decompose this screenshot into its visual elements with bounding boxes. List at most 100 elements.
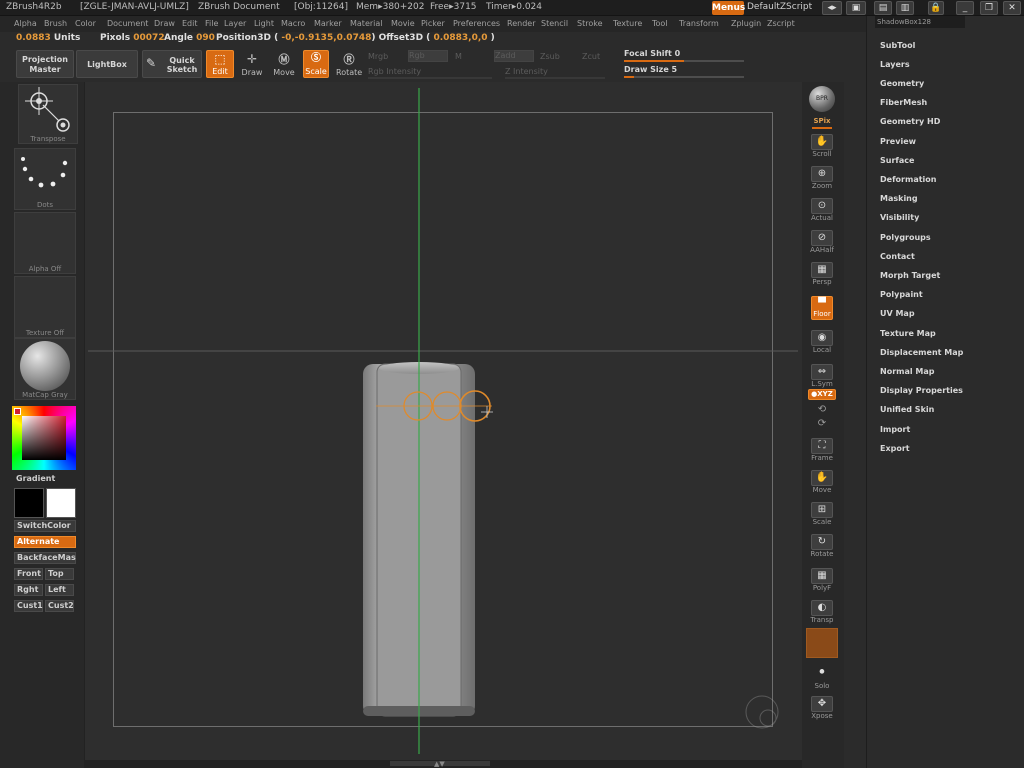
- zadd-button[interactable]: Zadd: [494, 50, 534, 62]
- custom-view-2-button[interactable]: Cust2: [45, 600, 74, 612]
- tray-item-deformation[interactable]: Deformation: [880, 175, 936, 184]
- custom-view-1-button[interactable]: Cust1: [14, 600, 43, 612]
- move-icon[interactable]: Ⓜ: [272, 51, 296, 67]
- menu-item-movie[interactable]: Movie: [391, 19, 415, 28]
- bpr-button[interactable]: BPR: [807, 86, 837, 112]
- tray-item-subtool[interactable]: SubTool: [880, 41, 915, 50]
- rgb-button[interactable]: Rgb: [408, 50, 448, 62]
- draw-icon[interactable]: ✛: [240, 52, 264, 66]
- menu-item-zscript[interactable]: Zscript: [767, 19, 795, 28]
- alternate-button[interactable]: Alternate: [14, 536, 76, 548]
- zcut-button[interactable]: Zcut: [582, 52, 600, 61]
- menu-item-alpha[interactable]: Alpha: [14, 19, 37, 28]
- menu-item-document[interactable]: Document: [107, 19, 148, 28]
- mrgb-button[interactable]: Mrgb: [368, 52, 388, 61]
- layout-alt-icon[interactable]: ▥: [896, 1, 914, 15]
- menu-item-transform[interactable]: Transform: [679, 19, 719, 28]
- rotate-z-icon[interactable]: ⟳: [807, 418, 837, 429]
- tray-item-fibermesh[interactable]: FiberMesh: [880, 98, 927, 107]
- menu-item-brush[interactable]: Brush: [44, 19, 67, 28]
- floor-button[interactable]: ▀ Floor: [807, 296, 837, 328]
- tray-item-uv-map[interactable]: UV Map: [880, 309, 915, 318]
- menu-item-color[interactable]: Color: [75, 19, 96, 28]
- save-ui-icon[interactable]: ▣: [846, 1, 866, 15]
- tray-item-geometry-hd[interactable]: Geometry HD: [880, 117, 940, 126]
- tray-item-layers[interactable]: Layers: [880, 60, 910, 69]
- tray-item-displacement-map[interactable]: Displacement Map: [880, 348, 963, 357]
- xyz-button[interactable]: ●XYZ: [807, 389, 837, 400]
- draw-size-slider[interactable]: [624, 76, 744, 78]
- secondary-color-swatch[interactable]: [46, 488, 76, 518]
- saturation-square[interactable]: [22, 416, 66, 460]
- tray-item-masking[interactable]: Masking: [880, 194, 918, 203]
- xpose-button[interactable]: ✥ Xpose: [807, 696, 837, 720]
- transpose-brush-thumb[interactable]: Transpose: [18, 84, 78, 144]
- polyf-button[interactable]: ▦ PolyF: [807, 568, 837, 592]
- tray-item-contact[interactable]: Contact: [880, 252, 915, 261]
- menu-item-zplugin[interactable]: Zplugin: [731, 19, 761, 28]
- scroll-button[interactable]: ✋ Scroll: [807, 134, 837, 158]
- menu-item-marker[interactable]: Marker: [314, 19, 342, 28]
- tray-item-morph-target[interactable]: Morph Target: [880, 271, 940, 280]
- expand-arrow-icon[interactable]: ▲▼: [434, 760, 445, 768]
- lightbox-button[interactable]: LightBox: [76, 50, 138, 78]
- m-button[interactable]: M: [455, 52, 462, 61]
- edit-mode-button[interactable]: ⬚ Edit: [206, 50, 234, 78]
- menu-item-light[interactable]: Light: [254, 19, 274, 28]
- lock-icon[interactable]: 🔒: [928, 1, 944, 15]
- tray-item-polypaint[interactable]: Polypaint: [880, 290, 923, 299]
- arrows-icon[interactable]: ◂▸: [822, 1, 842, 15]
- dots-stroke-thumb[interactable]: Dots: [14, 148, 76, 210]
- move-view-button[interactable]: ✋ Move: [807, 470, 837, 494]
- left-view-button[interactable]: Left: [45, 584, 74, 596]
- switch-color-button[interactable]: SwitchColor: [14, 520, 76, 532]
- menu-item-macro[interactable]: Macro: [281, 19, 305, 28]
- right-view-button[interactable]: Rght: [14, 584, 43, 596]
- rgb-intensity-slider[interactable]: [368, 77, 492, 79]
- tray-item-display-properties[interactable]: Display Properties: [880, 386, 963, 395]
- top-view-button[interactable]: Top: [45, 568, 74, 580]
- spix-control[interactable]: SPix: [807, 117, 837, 125]
- tray-item-geometry[interactable]: Geometry: [880, 79, 924, 88]
- tray-item-surface[interactable]: Surface: [880, 156, 914, 165]
- menu-item-render[interactable]: Render: [507, 19, 535, 28]
- menu-item-picker[interactable]: Picker: [421, 19, 445, 28]
- front-view-button[interactable]: Front: [14, 568, 43, 580]
- texture-thumb[interactable]: Texture Off: [14, 276, 76, 338]
- color-picker[interactable]: [12, 406, 76, 470]
- menu-item-stroke[interactable]: Stroke: [577, 19, 603, 28]
- rotate-y-icon[interactable]: ⟲: [807, 404, 837, 415]
- local-button[interactable]: ◉ Local: [807, 330, 837, 354]
- alpha-thumb[interactable]: Alpha Off: [14, 212, 76, 274]
- main-color-swatch[interactable]: [14, 488, 44, 518]
- menu-item-file[interactable]: File: [205, 19, 218, 28]
- tray-item-texture-map[interactable]: Texture Map: [880, 329, 936, 338]
- backface-mask-button[interactable]: BackfaceMas: [14, 552, 76, 564]
- close-icon[interactable]: ✕: [1003, 1, 1021, 15]
- menu-item-draw[interactable]: Draw: [154, 19, 175, 28]
- z-intensity-slider[interactable]: [505, 77, 605, 79]
- material-thumb[interactable]: MatCap Gray: [14, 338, 76, 400]
- actual-button[interactable]: ⊙ Actual: [807, 198, 837, 222]
- menu-item-material[interactable]: Material: [350, 19, 383, 28]
- viewport-scene[interactable]: [84, 82, 802, 760]
- tray-item-unified-skin[interactable]: Unified Skin: [880, 405, 934, 414]
- menu-item-texture[interactable]: Texture: [613, 19, 642, 28]
- tray-item-export[interactable]: Export: [880, 444, 910, 453]
- ghost-button[interactable]: [806, 628, 838, 658]
- layout-icon[interactable]: ▤: [874, 1, 892, 15]
- menu-item-stencil[interactable]: Stencil: [541, 19, 568, 28]
- scale-view-button[interactable]: ⊞ Scale: [807, 502, 837, 526]
- menu-item-preferences[interactable]: Preferences: [453, 19, 500, 28]
- tray-item-polygroups[interactable]: Polygroups: [880, 233, 931, 242]
- menus-button[interactable]: Menus: [712, 1, 745, 15]
- quick-sketch-button[interactable]: ✎ Quick Sketch: [142, 50, 202, 78]
- focal-shift-slider[interactable]: [624, 60, 744, 62]
- rotate-view-button[interactable]: ↻ Rotate: [807, 534, 837, 558]
- scale-mode-button[interactable]: Ⓢ Scale: [303, 50, 329, 78]
- menu-item-layer[interactable]: Layer: [224, 19, 246, 28]
- menu-item-edit[interactable]: Edit: [182, 19, 198, 28]
- tray-item-visibility[interactable]: Visibility: [880, 213, 919, 222]
- tray-item-normal-map[interactable]: Normal Map: [880, 367, 934, 376]
- restore-icon[interactable]: ❐: [980, 1, 998, 15]
